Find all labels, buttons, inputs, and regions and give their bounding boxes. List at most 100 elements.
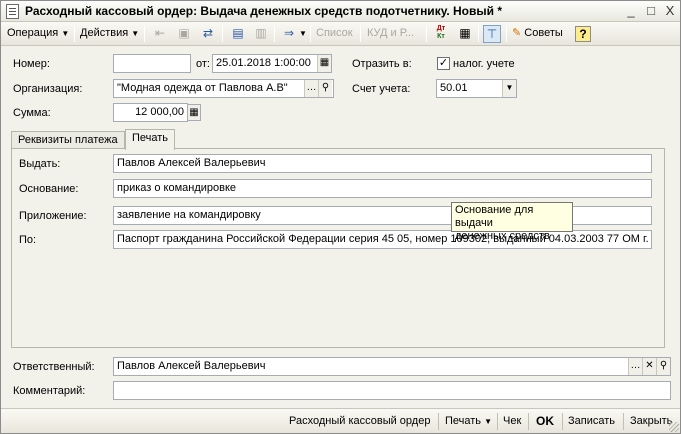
check-button[interactable]: Чек — [503, 413, 521, 430]
dt-kt-icon[interactable]: Дт Кт — [432, 25, 450, 43]
chevron-down-icon[interactable]: ▼ — [502, 80, 516, 97]
operation-menu-label: Операция — [7, 27, 59, 39]
issue-to-value: Павлов Алексей Валерьевич — [117, 157, 266, 169]
document-icon — [6, 4, 19, 19]
window-title: Расходный кассовый ордер: Выдача денежны… — [25, 4, 502, 18]
toolbar-divider — [506, 26, 507, 42]
post-document-icon[interactable]: ▤ — [229, 25, 247, 43]
by-document-field[interactable]: Паспорт гражданина Российской Федерации … — [113, 230, 652, 249]
toolbar-divider — [360, 26, 361, 42]
date-field[interactable]: 25.01.2018 1:00:00 — [212, 54, 332, 73]
chevron-down-icon: ▼ — [61, 29, 70, 38]
unpost-document-icon[interactable]: ▥ — [252, 25, 270, 43]
sum-label: Сумма: — [13, 107, 51, 119]
print-preview-icon[interactable]: ▦ — [456, 25, 474, 43]
search-icon[interactable]: ⚲ — [318, 80, 332, 97]
organization-value: "Модная одежда от Павлова А.В" — [117, 82, 288, 94]
document-window: Расходный кассовый ордер: Выдача денежны… — [0, 0, 681, 434]
print-form-button[interactable]: Расходный кассовый ордер — [289, 413, 430, 430]
reflect-in-label: Отразить в: — [352, 58, 412, 70]
number-label: Номер: — [13, 58, 50, 70]
bottom-bar: Расходный кассовый ордер Печать ▼ Чек OK… — [1, 408, 680, 433]
copy-icon[interactable]: ▣ — [175, 25, 193, 43]
organization-field[interactable]: "Модная одежда от Павлова А.В" — [113, 79, 334, 98]
toolbar-divider — [426, 26, 427, 42]
tab-print[interactable]: Печать — [125, 129, 176, 150]
dt-label: Дт — [436, 25, 446, 32]
organization-label: Организация: — [13, 83, 83, 95]
chevron-down-icon: ▼ — [484, 417, 493, 426]
date-label: от: — [196, 58, 210, 70]
responsible-label: Ответственный: — [13, 361, 95, 373]
bottom-divider — [528, 413, 529, 430]
lightbulb-icon: ✎ — [512, 27, 522, 39]
attachment-label: Приложение: — [19, 210, 87, 222]
basis-tooltip: Основание для выдачи денежных средств — [451, 202, 573, 242]
advice-button[interactable]: ✎ Советы — [512, 25, 563, 43]
list-button[interactable]: Список — [316, 25, 353, 43]
toolbar-divider — [274, 26, 275, 42]
chevron-down-icon[interactable]: ▼ — [299, 25, 307, 43]
comment-label: Комментарий: — [13, 385, 86, 397]
ok-button[interactable]: OK — [536, 413, 554, 430]
ellipsis-select-button[interactable]: … — [628, 358, 642, 375]
print-menu-button[interactable]: Печать ▼ — [445, 413, 492, 430]
bottom-divider — [438, 413, 439, 430]
issue-to-label: Выдать: — [19, 158, 61, 170]
close-button[interactable]: Закрыть — [630, 413, 672, 430]
number-field[interactable] — [113, 54, 191, 73]
search-icon[interactable]: ⚲ — [656, 358, 670, 375]
based-on-icon[interactable]: ⇒ — [280, 25, 298, 43]
responsible-value: Павлов Алексей Валерьевич — [117, 360, 266, 372]
print-menu-label: Печать — [445, 415, 482, 427]
toolbar-divider — [74, 26, 75, 42]
minimize-button[interactable]: _ — [622, 3, 640, 19]
toolbar-divider — [222, 26, 223, 42]
issue-to-field[interactable]: Павлов Алексей Валерьевич — [113, 154, 652, 173]
close-window-button[interactable]: X — [661, 3, 679, 19]
date-value: 25.01.2018 1:00:00 — [216, 57, 311, 69]
save-button[interactable]: Записать — [568, 413, 615, 430]
toolbar-divider — [310, 26, 311, 42]
tax-accounting-label: налог. учете — [453, 58, 515, 70]
basis-field[interactable]: приказ о командировке — [113, 179, 652, 198]
bottom-divider — [497, 413, 498, 430]
basis-value: приказ о командировке — [117, 182, 237, 194]
maximize-button[interactable]: □ — [642, 3, 660, 19]
responsible-field[interactable]: Павлов Алексей Валерьевич — [113, 357, 671, 376]
ellipsis-select-button[interactable]: … — [304, 80, 318, 97]
sum-value: 12 000,00 — [135, 106, 184, 118]
clear-icon[interactable]: ✕ — [642, 358, 656, 375]
calculator-icon[interactable]: ▦ — [187, 104, 201, 121]
help-button[interactable]: ? — [575, 26, 591, 42]
bottom-divider — [562, 413, 563, 430]
account-label: Счет учета: — [352, 83, 411, 95]
chevron-down-icon: ▼ — [131, 29, 140, 38]
tooltip-line-1: Основание для выдачи — [455, 204, 534, 229]
kud-button[interactable]: КУД и Р... — [367, 25, 414, 43]
tab-payment-details[interactable]: Реквизиты платежа — [11, 131, 125, 149]
structure-icon[interactable]: ⊤ — [483, 25, 501, 43]
title-bar: Расходный кассовый ордер: Выдача денежны… — [1, 1, 680, 22]
toolbar: Операция ▼ Действия ▼ ⇤ ▣ ⇄ ▤ ▥ ⇒ ▼ Спис… — [1, 22, 680, 46]
comment-field[interactable] — [113, 381, 671, 400]
calendar-icon[interactable]: ▦ — [317, 55, 331, 72]
refresh-icon[interactable]: ⇄ — [199, 25, 217, 43]
operation-menu[interactable]: Операция ▼ — [7, 25, 69, 43]
kt-label: Кт — [437, 33, 445, 40]
sum-field[interactable]: 12 000,00 — [113, 103, 188, 122]
attachment-value: заявление на командировку — [117, 209, 261, 221]
account-value: 50.01 — [440, 82, 468, 94]
bottom-divider — [623, 413, 624, 430]
add-row-icon[interactable]: ⇤ — [151, 25, 169, 43]
tooltip-line-2: денежных средств — [455, 230, 550, 242]
tax-accounting-checkbox[interactable]: ✓ — [437, 57, 450, 70]
actions-menu-label: Действия — [80, 27, 129, 39]
advice-label: Советы — [524, 27, 563, 39]
toolbar-divider — [478, 26, 479, 42]
toolbar-divider — [144, 26, 145, 42]
by-document-label: По: — [19, 234, 37, 246]
actions-menu[interactable]: Действия ▼ — [80, 25, 139, 43]
basis-label: Основание: — [19, 183, 79, 195]
resize-grip[interactable] — [669, 422, 679, 432]
